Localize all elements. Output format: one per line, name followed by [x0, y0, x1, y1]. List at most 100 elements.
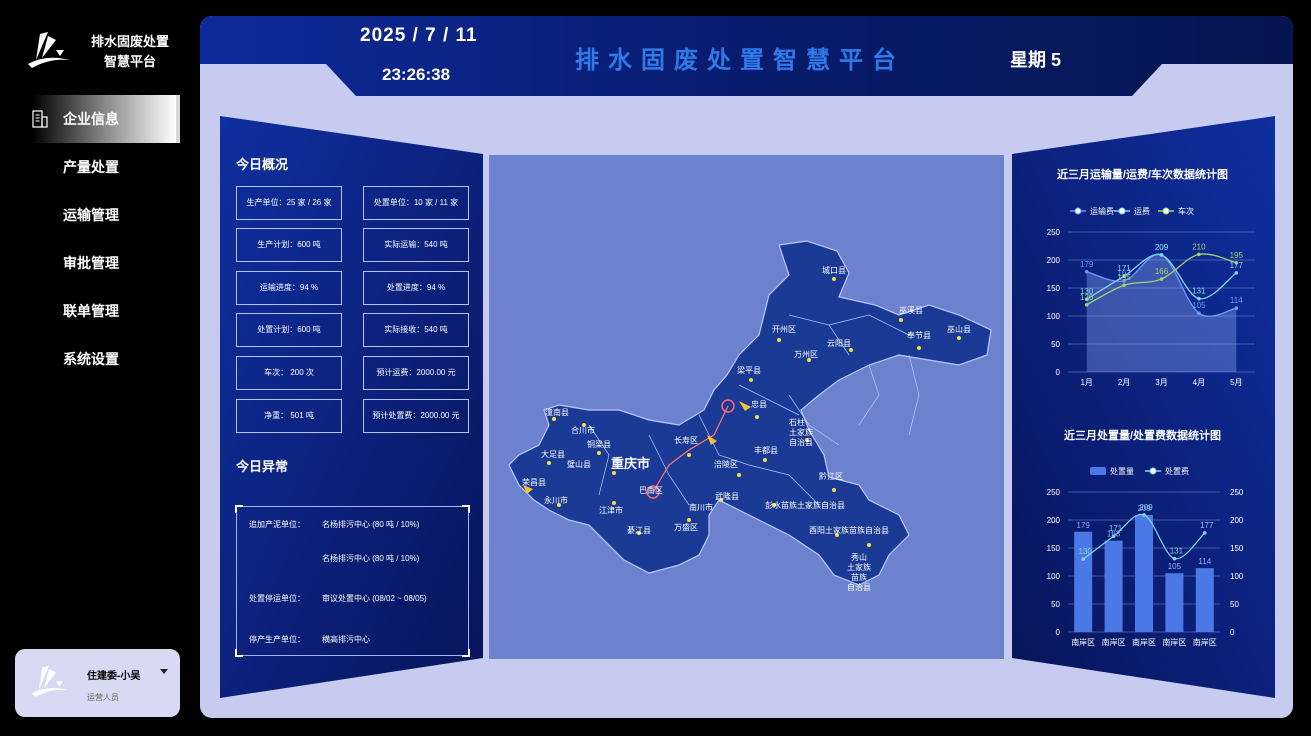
- anomaly-value: 审议处置中心 (08/02 ~ 08/05): [322, 594, 427, 603]
- stat-disposal-progress: 处置进度：94 %: [363, 271, 469, 305]
- y-tick-label: 250: [1047, 228, 1061, 237]
- svg-text:开州区: 开州区: [772, 325, 796, 334]
- anomaly-label: 停产生产单位：: [249, 635, 305, 644]
- bar-label: 179: [1077, 521, 1091, 530]
- data-label: 171: [1117, 264, 1131, 273]
- sidebar-item-label: 运输管理: [63, 207, 119, 223]
- x-tick-label: 5月: [1230, 378, 1242, 387]
- data-label: 177: [1200, 521, 1214, 530]
- legend-label: 运费: [1134, 206, 1150, 216]
- svg-text:武隆县: 武隆县: [715, 491, 739, 501]
- data-label: 131: [1192, 287, 1206, 296]
- map-center-label: 重庆市: [611, 456, 650, 471]
- user-card[interactable]: 住建委-小吴 运营人员: [15, 649, 180, 717]
- anomaly-title: 今日异常: [236, 459, 289, 474]
- data-label: 210: [1192, 242, 1206, 251]
- svg-text:土家族: 土家族: [847, 562, 871, 572]
- stat-disposal-units: 处置单位：10 家 / 11 家: [363, 186, 469, 220]
- data-label: 131: [1170, 547, 1184, 556]
- building-icon: [32, 110, 48, 128]
- sidebar-item-production[interactable]: 产量处置: [20, 143, 180, 191]
- y-tick-label: 150: [1047, 544, 1061, 553]
- stat-value: 运输进度：94 %: [259, 283, 319, 292]
- overview-title: 今日概况: [236, 157, 289, 172]
- svg-text:自治县: 自治县: [789, 437, 813, 447]
- y-tick-label: 250: [1047, 488, 1061, 497]
- chart2-title: 近三月处置量/处置费数据统计图: [1063, 430, 1222, 442]
- app-logo: 排水固废处置 智慧平台: [26, 30, 176, 74]
- data-point: [1111, 534, 1116, 539]
- chevron-down-icon[interactable]: [160, 669, 168, 674]
- data-label: 166: [1155, 267, 1169, 276]
- y-tick-label: 0: [1056, 368, 1061, 377]
- sidebar-item-transport[interactable]: 运输管理: [20, 191, 180, 239]
- data-point: [1234, 271, 1239, 275]
- stat-trips: 车次： 200 次: [236, 356, 342, 390]
- header-time: 23:26:38: [382, 65, 451, 84]
- chart1-title: 近三月运输量/运费/车次数据统计图: [1056, 169, 1229, 181]
- data-point: [1197, 252, 1201, 257]
- data-label: 114: [1230, 296, 1243, 305]
- y-tick-label: 50: [1051, 600, 1060, 609]
- data-point: [1234, 261, 1239, 265]
- sidebar-item-manifest[interactable]: 联单管理: [20, 287, 180, 335]
- sidebar-item-settings[interactable]: 系统设置: [20, 335, 180, 383]
- data-point: [1159, 277, 1164, 281]
- right-panel: 近三月运输量/运费/车次数据统计图 运输费 运费 车次 0 50 100 150 200 250…: [1010, 116, 1275, 698]
- avatar: [31, 665, 69, 697]
- stat-value: 净重： 501 吨: [264, 411, 314, 420]
- data-label: 130: [1079, 547, 1093, 556]
- anomaly-value: 名杨排污中心 (80 吨 / 10%): [322, 554, 420, 563]
- user-name: 住建委-小吴: [87, 671, 141, 682]
- x-tick-label: 南岸区: [1071, 637, 1095, 647]
- data-point: [1203, 531, 1207, 535]
- y2-tick-label: 50: [1230, 600, 1239, 609]
- user-role: 运营人员: [87, 693, 119, 702]
- sidebar-item-company-info[interactable]: 企业信息: [20, 95, 180, 143]
- y2-tick-label: 100: [1230, 572, 1244, 581]
- data-label: 105: [1192, 301, 1206, 310]
- svg-text:石柱: 石柱: [789, 417, 805, 427]
- x-tick-label: 4月: [1193, 378, 1205, 387]
- x-tick-label: 2月: [1118, 378, 1130, 387]
- anomaly-box: 追加产泥单位： 名杨排污中心 (80 吨 / 10%) 名杨排污中心 (80 吨…: [235, 505, 470, 657]
- page-title: 排水固废处置智慧平台: [575, 47, 905, 74]
- data-label: 120: [1080, 293, 1094, 302]
- svg-text:潼南县: 潼南县: [545, 407, 569, 417]
- svg-text:荣昌县: 荣昌县: [522, 477, 546, 487]
- anomaly-label: 追加产泥单位：: [249, 520, 305, 529]
- sidebar-item-label: 审批管理: [63, 255, 119, 271]
- svg-text:城口县: 城口县: [822, 266, 846, 275]
- sidebar-item-label: 系统设置: [63, 351, 119, 367]
- legend-swatch: [1090, 467, 1106, 475]
- svg-text:江津市: 江津市: [599, 505, 623, 515]
- svg-text:丰都县: 丰都县: [754, 445, 778, 455]
- svg-text:南川市: 南川市: [689, 502, 713, 512]
- svg-text:璧山县: 璧山县: [567, 459, 591, 469]
- y-tick-label: 100: [1047, 312, 1061, 321]
- sidebar-item-approval[interactable]: 审批管理: [20, 239, 180, 287]
- svg-text:奉节县: 奉节县: [907, 330, 931, 340]
- svg-text:万盛区: 万盛区: [674, 522, 698, 532]
- svg-text:巫山县: 巫山县: [947, 324, 971, 334]
- svg-text:涪陵区: 涪陵区: [714, 459, 738, 469]
- svg-text:忠县: 忠县: [751, 400, 767, 409]
- header: 2025 / 7 / 11 23:26:38 排水固废处置智慧平台 星期 5: [200, 16, 1293, 96]
- legend-label: 处置费: [1165, 466, 1189, 476]
- main-content: 2025 / 7 / 11 23:26:38 排水固废处置智慧平台 星期 5 今…: [200, 16, 1293, 718]
- data-point: [1122, 283, 1126, 287]
- stat-net-weight: 净重： 501 吨: [236, 399, 342, 433]
- data-label: 155: [1117, 273, 1131, 282]
- stat-value: 生产计划：600 吨: [257, 240, 321, 249]
- y-tick-label: 200: [1047, 256, 1061, 265]
- chongqing-map[interactable]: 城口县巫溪县开州区 巫山县云阳县奉节县 万州区梁平县忠县 石柱土家族自治县 长寿…: [489, 155, 1004, 659]
- stat-value: 生产单位：25 家 / 26 家: [246, 198, 332, 207]
- bar-label: 105: [1168, 562, 1182, 571]
- sidebar-item-label: 产量处置: [63, 159, 119, 175]
- anomaly-label: 处置停运单位：: [249, 594, 305, 603]
- data-point: [1084, 269, 1089, 274]
- legend-marker: [1162, 207, 1170, 215]
- svg-text:酉阳土家族苗族自治县: 酉阳土家族苗族自治县: [809, 525, 889, 535]
- data-label: 195: [1230, 251, 1244, 260]
- map[interactable]: 城口县 巫溪县 开州区 巫山县 云阳县 奉节县 万州区 梁平县 忠县 石柱 土家族 自治县 长寿…: [489, 155, 1004, 659]
